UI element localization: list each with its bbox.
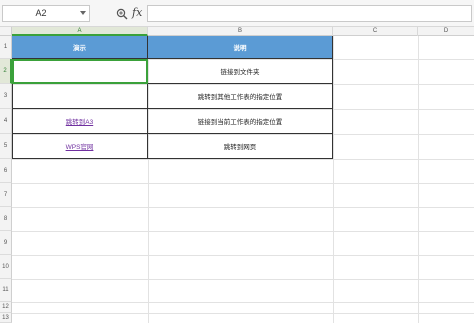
- row-header-5[interactable]: 5: [0, 134, 12, 159]
- row-header-12[interactable]: 12: [0, 302, 12, 313]
- row-header-9[interactable]: 9: [0, 231, 12, 255]
- row-header-8[interactable]: 8: [0, 207, 12, 231]
- cell-b4[interactable]: 链接到当前工作表的指定位置: [148, 109, 333, 134]
- column-header-b[interactable]: B: [148, 27, 333, 36]
- grid-line: [12, 183, 474, 184]
- row-header-11[interactable]: 11: [0, 279, 12, 302]
- grid-line: [12, 302, 474, 303]
- grid-line: [12, 279, 474, 280]
- zoom-icon[interactable]: [116, 8, 128, 20]
- row-header-7[interactable]: 7: [0, 183, 12, 207]
- grid-line: [12, 207, 474, 208]
- chevron-down-icon[interactable]: [80, 11, 86, 15]
- grid-line: [12, 159, 474, 160]
- hyperlink-cell-a4[interactable]: 跳转到A3: [12, 109, 148, 134]
- cell-a3[interactable]: [12, 84, 148, 109]
- row-header-3[interactable]: 3: [0, 84, 12, 109]
- function-icon[interactable]: fx: [132, 6, 142, 19]
- row-header-10[interactable]: 10: [0, 255, 12, 279]
- column-header-row: A B C D: [0, 27, 474, 36]
- grid-line: [12, 231, 474, 232]
- row-header-13[interactable]: 13: [0, 313, 12, 323]
- cell-b3[interactable]: 跳转到其他工作表的指定位置: [148, 84, 333, 109]
- select-all-corner[interactable]: [0, 27, 12, 36]
- header-cell-demo[interactable]: 演示: [12, 36, 148, 59]
- hyperlink-cell-a5[interactable]: WPS官网: [12, 134, 148, 159]
- formula-bar: A2 fx: [0, 0, 474, 27]
- row-header-4[interactable]: 4: [0, 109, 12, 134]
- column-header-d[interactable]: D: [418, 27, 474, 36]
- row-header-2[interactable]: 2: [0, 59, 12, 84]
- cell-reference: A2: [35, 8, 47, 18]
- row-header-6[interactable]: 6: [0, 159, 12, 183]
- row-header-1[interactable]: 1: [0, 36, 12, 59]
- active-cell-selection: [12, 59, 148, 84]
- name-box[interactable]: A2: [2, 5, 90, 22]
- grid-line: [12, 313, 474, 314]
- cell-b5[interactable]: 跳转到网页: [148, 134, 333, 159]
- grid-line: [12, 255, 474, 256]
- column-header-c[interactable]: C: [333, 27, 418, 36]
- column-header-a[interactable]: A: [12, 27, 148, 36]
- formula-input[interactable]: [147, 5, 472, 22]
- header-cell-description[interactable]: 说明: [148, 36, 333, 59]
- cell-b2[interactable]: 链接到文件夹: [148, 59, 333, 84]
